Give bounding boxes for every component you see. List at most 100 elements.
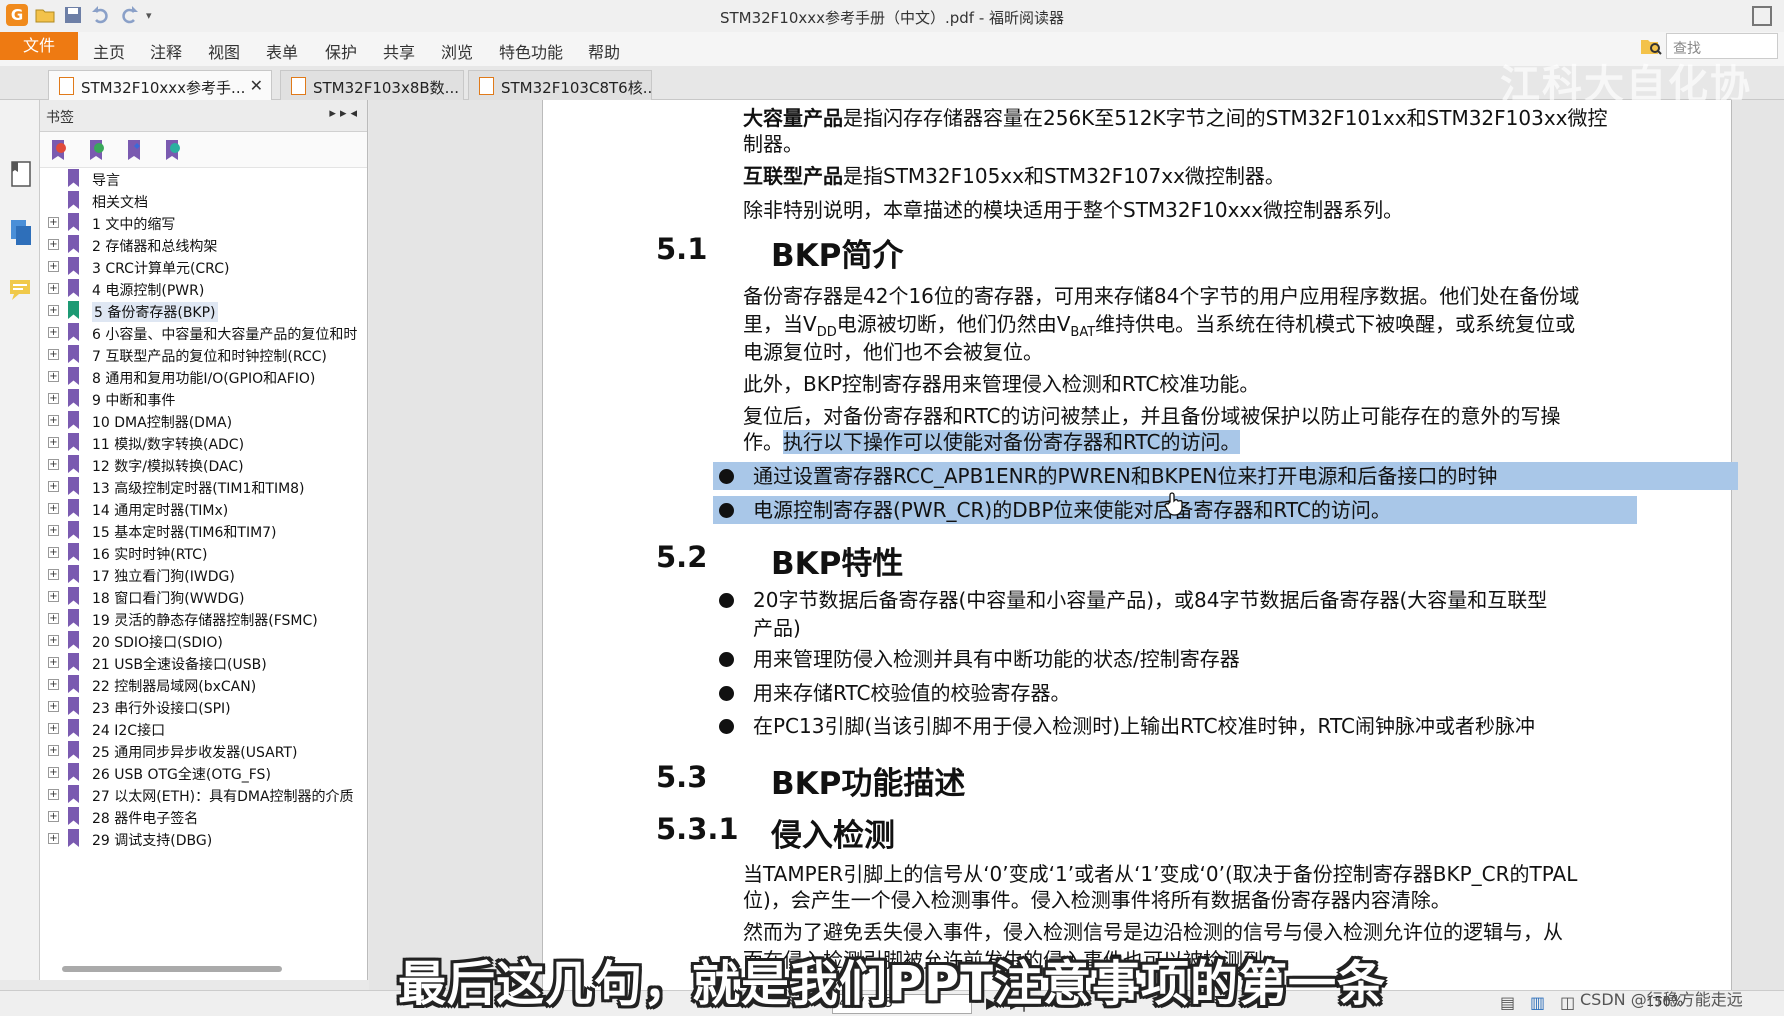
expand-icon[interactable]: + — [48, 371, 59, 382]
bookmark-item[interactable]: 导言 — [40, 168, 366, 190]
bookmark-item[interactable]: +19 灵活的静态存储器控制器(FSMC) — [40, 608, 366, 630]
bookmark-icon — [68, 279, 79, 297]
expand-icon[interactable]: + — [48, 591, 59, 602]
bullet — [719, 652, 734, 667]
paragraph-line: 复位后，对备份寄存器和RTC的访问被禁止，并且备份域被保护以防止可能存在的意外的… — [743, 404, 1561, 428]
bookmark-item[interactable]: +17 独立看门狗(IWDG) — [40, 564, 366, 586]
bookmark-item[interactable]: +26 USB OTG全速(OTG_FS) — [40, 762, 366, 784]
bookmark-item[interactable]: 相关文档 — [40, 190, 366, 212]
expand-icon[interactable]: + — [48, 305, 59, 316]
pages-panel-icon[interactable] — [8, 218, 34, 248]
tab-document-2[interactable]: STM32F103x8B数... — [280, 70, 464, 100]
menu-view[interactable]: 视图 — [208, 39, 240, 63]
menu-file[interactable]: 文件 — [0, 32, 78, 60]
expand-icon[interactable]: + — [48, 657, 59, 668]
delete-bookmark-icon[interactable] — [50, 140, 68, 162]
bullet-text[interactable]: 通过设置寄存器RCC_APB1ENR的PWREN和BKPEN位来打开电源和后备接… — [753, 462, 1497, 490]
expand-icon[interactable]: + — [48, 349, 59, 360]
menu-comment[interactable]: 注释 — [150, 39, 182, 63]
expand-icon[interactable]: + — [48, 239, 59, 250]
bullet-text: 用来管理防侵入检测并具有中断功能的状态/控制寄存器 — [753, 647, 1240, 671]
bookmark-icon — [68, 785, 79, 803]
bookmark-item[interactable]: +7 互联型产品的复位和时钟控制(RCC) — [40, 344, 366, 366]
expand-icon[interactable]: + — [48, 789, 59, 800]
expand-icon[interactable]: + — [48, 327, 59, 338]
menu-features[interactable]: 特色功能 — [499, 39, 563, 63]
menu-help[interactable]: 帮助 — [588, 39, 620, 63]
expand-icon[interactable]: + — [48, 261, 59, 272]
bookmark-icon — [68, 191, 79, 209]
expand-icon[interactable]: + — [48, 437, 59, 448]
comments-panel-icon[interactable] — [8, 276, 34, 306]
bookmark-item[interactable]: +12 数字/模拟转换(DAC) — [40, 454, 366, 476]
expand-icon[interactable]: + — [48, 415, 59, 426]
bookmark-item[interactable]: +16 实时时钟(RTC) — [40, 542, 366, 564]
bullet-text: 20字节数据后备寄存器(中容量和小容量产品)，或84字节数据后备寄存器(大容量和… — [753, 588, 1548, 612]
expand-icon[interactable]: + — [48, 459, 59, 470]
bookmark-item[interactable]: +20 SDIO接口(SDIO) — [40, 630, 366, 652]
bookmark-item[interactable]: +24 I2C接口 — [40, 718, 366, 740]
menu-home[interactable]: 主页 — [93, 39, 125, 63]
bullet-text[interactable]: 电源控制寄存器(PWR_CR)的DBP位来使能对后备寄存器和RTC的访问。 — [753, 496, 1391, 524]
bookmark-item[interactable]: +4 电源控制(PWR) — [40, 278, 366, 300]
bookmark-item[interactable]: +27 以太网(ETH)：具有DMA控制器的介质 — [40, 784, 366, 806]
expand-icon[interactable]: + — [48, 767, 59, 778]
bookmark-item[interactable]: +14 通用定时器(TIMx) — [40, 498, 366, 520]
menu-form[interactable]: 表单 — [266, 39, 298, 63]
expand-icon[interactable]: + — [48, 393, 59, 404]
bookmark-item[interactable]: +28 器件电子签名 — [40, 806, 366, 828]
bookmark-arrow-icon[interactable] — [126, 140, 144, 162]
tab-document-3[interactable]: STM32F103C8T6核... — [468, 70, 652, 100]
bookmark-item[interactable]: +23 串行外设接口(SPI) — [40, 696, 366, 718]
add-bookmark-icon[interactable] — [88, 140, 106, 162]
bookmark-check-icon[interactable] — [164, 140, 182, 162]
bookmark-item[interactable]: +3 CRC计算单元(CRC) — [40, 256, 366, 278]
bookmark-item[interactable]: +15 基本定时器(TIM6和TIM7) — [40, 520, 366, 542]
close-tab-icon[interactable]: ✕ — [250, 76, 263, 95]
menu-protect[interactable]: 保护 — [325, 39, 357, 63]
expand-icon[interactable]: + — [48, 635, 59, 646]
expand-icon[interactable]: + — [48, 217, 59, 228]
bookmark-item[interactable]: +13 高级控制定时器(TIM1和TIM8) — [40, 476, 366, 498]
expand-icon[interactable]: + — [48, 701, 59, 712]
bookmark-item[interactable]: +29 调试支持(DBG) — [40, 828, 366, 850]
expand-icon[interactable]: + — [48, 547, 59, 558]
expand-icon[interactable]: + — [48, 283, 59, 294]
expand-icon[interactable]: + — [48, 679, 59, 690]
bookmark-item[interactable]: +2 存储器和总线构架 — [40, 234, 366, 256]
bookmark-item[interactable]: +5 备份寄存器(BKP) — [40, 300, 366, 322]
bookmark-item[interactable]: +11 模拟/数字转换(ADC) — [40, 432, 366, 454]
selected-text[interactable]: 执行以下操作可以使能对备份寄存器和RTC的访问。 — [783, 430, 1241, 454]
expand-icon[interactable]: + — [48, 613, 59, 624]
bookmark-item[interactable]: +8 通用和复用功能I/O(GPIO和AFIO) — [40, 366, 366, 388]
bullet — [719, 503, 734, 518]
bookmarks-panel-icon[interactable] — [8, 160, 34, 190]
expand-icon[interactable]: + — [48, 745, 59, 756]
expand-icon[interactable]: + — [48, 525, 59, 536]
bookmark-item[interactable]: +1 文中的缩写 — [40, 212, 366, 234]
bookmark-item[interactable]: +6 小容量、中容量和大容量产品的复位和时 — [40, 322, 366, 344]
document-viewport[interactable]: 大容量产品是指闪存存储器容量在256K至512K字节之间的STM32F101xx… — [369, 100, 1784, 990]
bookmark-item[interactable]: +22 控制器局域网(bxCAN) — [40, 674, 366, 696]
expand-icon[interactable]: + — [48, 569, 59, 580]
bookmark-label: 14 通用定时器(TIMx) — [92, 503, 229, 519]
expand-icon[interactable]: + — [48, 503, 59, 514]
section-number: 5.2 — [656, 540, 708, 574]
bookmark-icon — [68, 719, 79, 737]
bookmark-item[interactable]: +25 通用同步异步收发器(USART) — [40, 740, 366, 762]
bookmark-icon — [68, 367, 79, 385]
bookmark-item[interactable]: +21 USB全速设备接口(USB) — [40, 652, 366, 674]
expand-icon[interactable]: + — [48, 833, 59, 844]
expand-icon[interactable]: + — [48, 481, 59, 492]
panel-collapse-icon[interactable]: ▸▸◂ — [329, 106, 361, 121]
menu-share[interactable]: 共享 — [383, 39, 415, 63]
bookmark-item[interactable]: +10 DMA控制器(DMA) — [40, 410, 366, 432]
bookmark-label: 25 通用同步异步收发器(USART) — [92, 745, 298, 761]
menu-browse[interactable]: 浏览 — [441, 39, 473, 63]
expand-icon[interactable]: + — [48, 811, 59, 822]
tab-document-1[interactable]: STM32F10xxx参考手... ✕ — [48, 70, 272, 100]
window-layout-icon[interactable] — [1752, 6, 1772, 26]
bookmark-item[interactable]: +9 中断和事件 — [40, 388, 366, 410]
expand-icon[interactable]: + — [48, 723, 59, 734]
bookmark-item[interactable]: +18 窗口看门狗(WWDG) — [40, 586, 366, 608]
